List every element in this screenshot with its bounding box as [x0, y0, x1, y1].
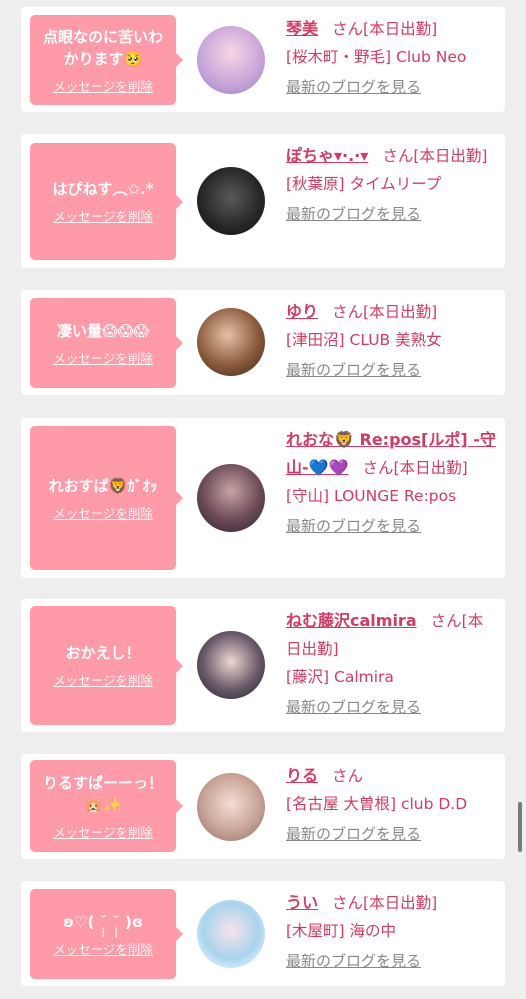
delete-message-link[interactable]: メッセージを削除 — [53, 76, 153, 95]
message-bubble: れおすぱ🦁ｶﾞｵｯ メッセージを削除 — [30, 426, 183, 570]
cast-name-link[interactable]: 琴美 — [286, 19, 318, 38]
latest-blog-link[interactable]: 最新のブログを見る — [286, 200, 421, 228]
cast-info: ねむ藤沢calmira さん[本日出勤] [藤沢] Calmira 最新のブログを… — [286, 607, 497, 721]
honorific: さん — [362, 459, 394, 477]
avatar[interactable] — [197, 167, 265, 235]
message-bubble: はぴねす︵✩.* メッセージを削除 — [30, 143, 183, 260]
avatar[interactable] — [197, 26, 265, 94]
avatar[interactable] — [197, 464, 265, 532]
message-text: ʚ♡( ˘̩̩̩ ˘̩̩̩ )ɞ — [63, 912, 143, 931]
message-card: れおすぱ🦁ｶﾞｵｯ メッセージを削除 れおな🦁 Re:pos[ルポ] -守山-💙… — [21, 418, 505, 578]
avatar[interactable] — [197, 900, 265, 968]
honorific: さん — [430, 612, 462, 630]
work-status: [本日出勤] — [363, 894, 438, 912]
shop-label: [藤沢] Calmira — [286, 668, 394, 686]
delete-message-link[interactable]: メッセージを削除 — [53, 348, 153, 367]
avatar[interactable] — [197, 773, 265, 841]
message-bubble: 点眼なのに苦いわかります🥺 メッセージを削除 — [30, 15, 183, 105]
work-status: [本日出勤] — [393, 459, 468, 477]
cast-info: れおな🦁 Re:pos[ルポ] -守山-💙💜 さん[本日出勤] [守山] LOUN… — [286, 426, 497, 540]
delete-message-link[interactable]: メッセージを削除 — [53, 206, 153, 225]
cast-info: ゆり さん[本日出勤] [津田沼] CLUB 美熟女 最新のブログを見る — [286, 298, 497, 384]
delete-message-link[interactable]: メッセージを削除 — [53, 670, 153, 689]
latest-blog-link[interactable]: 最新のブログを見る — [286, 512, 421, 540]
work-status: [本日出勤] — [413, 147, 488, 165]
cast-info: うい さん[本日出勤] [木屋町] 海の中 最新のブログを見る — [286, 889, 497, 975]
latest-blog-link[interactable]: 最新のブログを見る — [286, 693, 421, 721]
cast-name-link[interactable]: りる — [286, 766, 318, 785]
avatar[interactable] — [197, 308, 265, 376]
message-card: りるすぱーーっ！🐹✨ メッセージを削除 りる さん [名古屋 大曽根] club … — [21, 754, 505, 859]
delete-message-link[interactable]: メッセージを削除 — [53, 503, 153, 522]
shop-label: [木屋町] 海の中 — [286, 922, 397, 940]
cast-info: ぽちゃ▾·.·▾ さん[本日出勤] [秋葉原] タイムリープ 最新のブログを見る — [286, 142, 497, 228]
message-list: 点眼なのに苦いわかります🥺 メッセージを削除 琴美 さん[本日出勤] [桜木町・野… — [0, 0, 526, 999]
shop-label: [桜木町・野毛] Club Neo — [286, 48, 467, 66]
latest-blog-link[interactable]: 最新のブログを見る — [286, 73, 421, 101]
shop-label: [秋葉原] タイムリープ — [286, 175, 442, 193]
message-text: 点眼なのに苦いわかります🥺 — [42, 27, 163, 68]
shop-label: [名古屋 大曽根] club D.D — [286, 795, 468, 813]
shop-label: [守山] LOUNGE Re:pos — [286, 487, 457, 505]
delete-message-link[interactable]: メッセージを削除 — [53, 939, 153, 958]
latest-blog-link[interactable]: 最新のブログを見る — [286, 820, 421, 848]
shop-label: [津田沼] CLUB 美熟女 — [286, 331, 442, 349]
message-card: ʚ♡( ˘̩̩̩ ˘̩̩̩ )ɞ メッセージを削除 うい さん[本日出勤] [木屋… — [21, 881, 505, 986]
scrollbar[interactable] — [518, 802, 522, 852]
message-bubble: りるすぱーーっ！🐹✨ メッセージを削除 — [30, 760, 183, 852]
message-text: れおすぱ🦁ｶﾞｵｯ — [48, 476, 158, 495]
honorific: さん — [332, 20, 364, 38]
latest-blog-link[interactable]: 最新のブログを見る — [286, 356, 421, 384]
latest-blog-link[interactable]: 最新のブログを見る — [286, 947, 421, 975]
message-text: 凄い量😱😱😱 — [57, 321, 149, 340]
message-card: おかえし！ メッセージを削除 ねむ藤沢calmira さん[本日出勤] [藤沢] … — [21, 599, 505, 732]
honorific: さん — [332, 303, 364, 321]
work-status: [本日出勤] — [363, 20, 438, 38]
cast-name-link[interactable]: ねむ藤沢calmira — [286, 611, 417, 630]
message-text: りるすぱーーっ！🐹✨ — [42, 773, 163, 814]
cast-info: りる さん [名古屋 大曽根] club D.D 最新のブログを見る — [286, 762, 497, 848]
message-card: はぴねす︵✩.* メッセージを削除 ぽちゃ▾·.·▾ さん[本日出勤] [秋葉原]… — [21, 134, 505, 268]
message-bubble: ʚ♡( ˘̩̩̩ ˘̩̩̩ )ɞ メッセージを削除 — [30, 889, 183, 979]
delete-message-link[interactable]: メッセージを削除 — [53, 822, 153, 841]
message-card: 凄い量😱😱😱 メッセージを削除 ゆり さん[本日出勤] [津田沼] CLUB 美熟… — [21, 290, 505, 395]
work-status: [本日出勤] — [363, 303, 438, 321]
cast-name-link[interactable]: ゆり — [286, 302, 318, 321]
avatar[interactable] — [197, 631, 265, 699]
cast-info: 琴美 さん[本日出勤] [桜木町・野毛] Club Neo 最新のブログを見る — [286, 15, 497, 101]
message-bubble: おかえし！ メッセージを削除 — [30, 606, 183, 725]
message-text: おかえし！ — [65, 644, 141, 662]
honorific: さん — [332, 894, 364, 912]
cast-name-link[interactable]: うい — [286, 893, 318, 912]
message-bubble: 凄い量😱😱😱 メッセージを削除 — [30, 298, 183, 388]
message-card: 点眼なのに苦いわかります🥺 メッセージを削除 琴美 さん[本日出勤] [桜木町・野… — [21, 7, 505, 112]
honorific: さん — [332, 767, 364, 785]
honorific: さん — [382, 147, 414, 165]
message-text: はぴねす︵✩.* — [52, 180, 154, 198]
cast-name-link[interactable]: ぽちゃ▾·.·▾ — [286, 146, 368, 165]
